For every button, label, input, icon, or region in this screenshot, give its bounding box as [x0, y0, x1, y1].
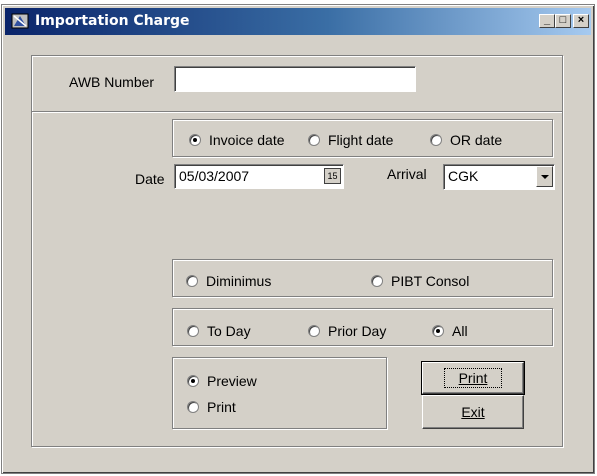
radio-label: Diminimus: [206, 273, 272, 289]
radio-button[interactable]: [371, 275, 383, 287]
radio-diminimus[interactable]: Diminimus: [186, 273, 271, 289]
radio-print[interactable]: Print: [187, 399, 236, 415]
radio-or-date[interactable]: OR date: [430, 132, 502, 148]
close-button[interactable]: ×: [573, 14, 589, 28]
title-bar[interactable]: Importation Charge _ □ ×: [5, 8, 591, 35]
output-group: [172, 357, 387, 429]
app-icon: [11, 13, 29, 29]
divider: [32, 111, 562, 113]
radio-button[interactable]: [308, 325, 320, 337]
radio-label: To Day: [207, 323, 251, 339]
date-value: 05/03/2007: [179, 168, 250, 184]
awb-number-label: AWB Number: [69, 74, 155, 90]
arrival-select[interactable]: CGK: [443, 164, 555, 190]
maximize-button[interactable]: □: [555, 14, 571, 28]
radio-to-day[interactable]: To Day: [187, 323, 251, 339]
radio-label: Preview: [207, 373, 257, 389]
radio-label: Invoice date: [209, 132, 285, 148]
calendar-icon[interactable]: 15: [324, 168, 341, 184]
print-button-label: Print: [443, 368, 503, 388]
radio-button[interactable]: [186, 275, 198, 287]
radio-label: Print: [207, 399, 236, 415]
radio-prior-day[interactable]: Prior Day: [308, 323, 386, 339]
radio-button[interactable]: [432, 325, 444, 337]
radio-label: Prior Day: [328, 323, 387, 339]
print-button[interactable]: Print: [421, 361, 525, 395]
awb-number-input[interactable]: [174, 66, 416, 92]
radio-preview[interactable]: Preview: [187, 373, 257, 389]
radio-button[interactable]: [187, 401, 199, 413]
radio-flight-date[interactable]: Flight date: [308, 132, 393, 148]
minimize-button[interactable]: _: [539, 14, 555, 28]
radio-button[interactable]: [187, 325, 199, 337]
arrival-label: Arrival: [387, 166, 427, 182]
radio-all[interactable]: All: [432, 323, 468, 339]
exit-button-label: Exit: [461, 404, 485, 420]
window-title: Importation Charge: [35, 13, 190, 29]
chevron-down-icon[interactable]: [536, 166, 553, 187]
radio-button[interactable]: [187, 375, 199, 387]
radio-label: Flight date: [328, 132, 394, 148]
radio-label: OR date: [450, 132, 503, 148]
arrival-value: CGK: [448, 168, 479, 184]
radio-pibt-consol[interactable]: PIBT Consol: [371, 273, 469, 289]
importation-charge-window: Importation Charge _ □ × AWB Number Invo…: [1, 4, 595, 474]
radio-button[interactable]: [430, 134, 442, 146]
radio-label: All: [452, 323, 468, 339]
radio-button[interactable]: [189, 134, 201, 146]
radio-invoice-date[interactable]: Invoice date: [189, 132, 285, 148]
radio-label: PIBT Consol: [391, 273, 470, 289]
exit-button[interactable]: Exit: [422, 395, 524, 429]
date-label: Date: [135, 171, 165, 187]
date-picker[interactable]: 05/03/2007 15: [174, 164, 344, 189]
radio-button[interactable]: [308, 134, 320, 146]
